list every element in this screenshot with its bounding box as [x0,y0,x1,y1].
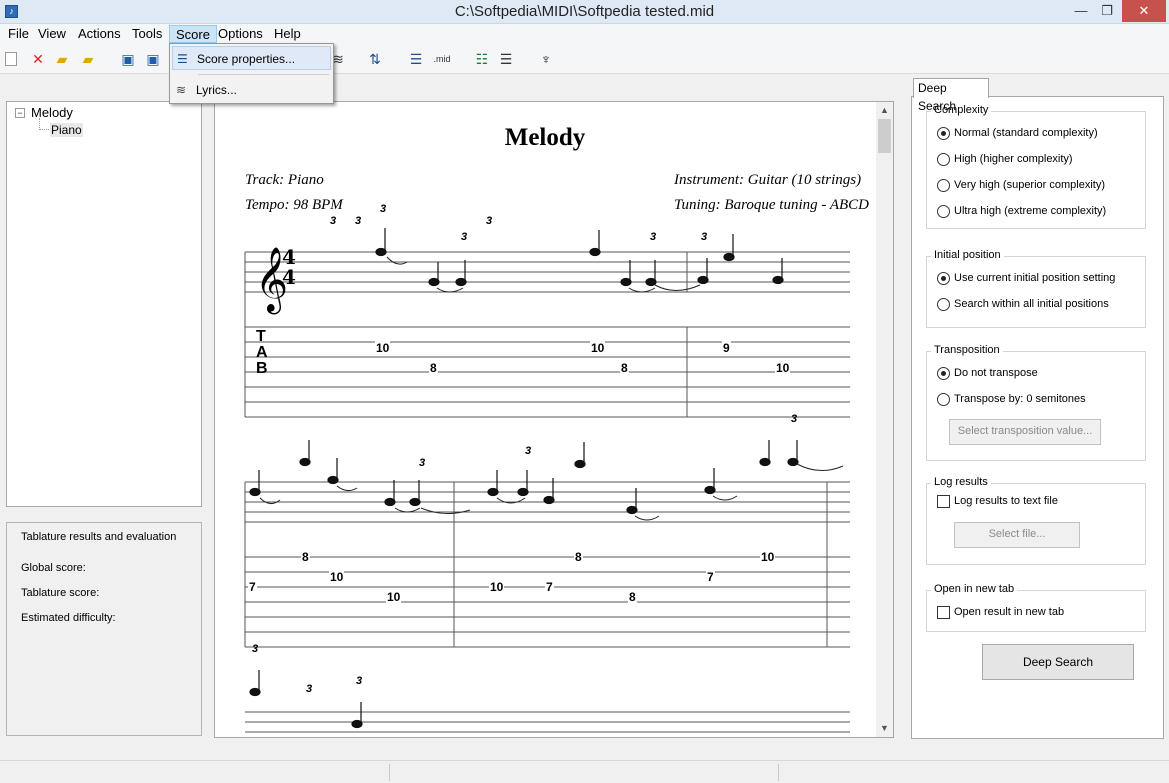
tab-number: 10 [329,570,345,584]
scroll-down-arrow[interactable]: ▼ [876,720,893,737]
menu-file[interactable]: File [2,25,35,43]
deep-search-button[interactable]: Deep Search [982,644,1134,680]
triplet-mark: 3 [525,445,532,457]
initial-position-label: Initial position [931,249,1004,261]
score-properties-menu-item[interactable]: ☰ Score properties... [172,46,331,70]
tab-number: 8 [620,361,629,375]
evaluation-title: Tablature results and evaluation [21,531,177,543]
tab-view-icon[interactable]: ☷ [474,51,490,67]
initial-position-group: Initial position Use current initial pos… [926,249,1146,328]
triplet-mark: 3 [650,231,657,243]
menu-view[interactable]: View [32,25,72,43]
tab-number: 8 [574,550,583,564]
triplet-mark: 3 [419,457,426,469]
new-file-icon[interactable] [5,52,17,66]
triplet-mark: 3 [355,215,362,227]
menu-score[interactable]: Score [169,25,217,43]
tab-export-icon[interactable]: ☰ [498,51,514,67]
select-transposition-button[interactable]: Select transposition value... [949,419,1101,445]
tab-number: 10 [590,341,606,355]
tree-item-piano[interactable]: Piano [50,123,83,137]
open-folder-icon[interactable]: ▰ [54,51,70,67]
global-score-label: Global score: [21,562,86,574]
triplet-mark: 3 [701,231,708,243]
tab-number: 10 [375,341,391,355]
maximize-button[interactable]: ❐ [1092,0,1122,22]
tab-number: 8 [429,361,438,375]
tab-number: 8 [628,590,637,604]
open-new-tab-label: Open in new tab [931,583,1018,595]
lyrics-menu-item[interactable]: ≋ Lyrics... [172,78,331,102]
menu-bar: File View Actions Tools Score Options He… [0,24,1169,44]
lyrics-icon: ≋ [176,83,187,97]
tab-number: 7 [248,580,257,594]
menu-options[interactable]: Options [212,25,269,43]
deep-search-panel: Complexity Normal (standard complexity) … [911,96,1164,739]
tree-item-melody[interactable]: Melody [31,105,73,120]
status-separator [778,764,779,781]
transposition-group: Transposition Do not transpose Transpose… [926,344,1146,461]
tab-number: 10 [489,580,505,594]
score-export-icon[interactable]: ☰ [408,51,424,67]
triplet-mark: 3 [356,675,363,687]
score-menu-dropdown: ☰ Score properties... ≋ Lyrics... [169,43,334,104]
tab-number: 10 [775,361,791,375]
triplet-mark: 3 [461,231,468,243]
status-separator [389,764,390,781]
track-tree: − Melody Piano [6,101,202,507]
tab-number: 7 [545,580,554,594]
triplet-mark: 3 [306,683,313,695]
tab-letter-b: B [256,360,268,377]
save-icon[interactable]: ▣ [120,51,136,67]
tab-deep-search[interactable]: Deep Search [913,78,989,113]
triplet-mark: 3 [791,413,798,425]
log-results-group: Log results Log results to text file Sel… [926,476,1146,565]
close-button[interactable]: ✕ [1122,0,1166,22]
open-recent-icon[interactable]: ▰ [80,51,96,67]
time-sig-bottom: 4 [282,265,296,289]
tab-number: 10 [760,550,776,564]
score-scrollbar[interactable]: ▲ ▼ [876,102,893,737]
scroll-up-arrow[interactable]: ▲ [876,102,893,119]
score-view[interactable]: Melody Track: Piano Tempo: 98 BPM Instru… [214,101,894,738]
open-new-tab-group: Open in new tab Open result in new tab [926,583,1146,632]
close-file-icon[interactable]: ✕ [30,51,46,67]
scroll-thumb[interactable] [878,119,891,153]
transpose-icon[interactable]: ⇅ [367,51,383,67]
menu-help[interactable]: Help [268,25,307,43]
triplet-mark: 3 [486,215,493,227]
collapse-toggle[interactable]: − [15,108,25,118]
tab-number: 9 [722,341,731,355]
tree-connector [39,129,49,130]
save-as-icon[interactable]: ▣ [145,51,161,67]
tab-number: 10 [386,590,402,604]
midi-export-icon[interactable]: .mid [432,51,452,67]
score-properties-icon: ☰ [177,52,188,66]
transposition-label: Transposition [931,344,1003,356]
log-results-label: Log results [931,476,991,488]
complexity-group: Complexity Normal (standard complexity) … [926,104,1146,229]
tab-number: 8 [301,550,310,564]
guitar-icon[interactable]: ♆ [538,51,554,67]
triplet-mark: 3 [380,203,387,215]
title-bar: ♪ C:\Softpedia\MIDI\Softpedia tested.mid… [0,0,1169,24]
window-title: C:\Softpedia\MIDI\Softpedia tested.mid [454,3,715,20]
menu-separator [198,74,329,75]
tablature-score-label: Tablature score: [21,587,100,599]
score-staves: 𝄞 [244,228,850,733]
triplet-mark: 3 [252,643,259,655]
evaluation-panel: Tablature results and evaluation Global … [6,522,202,736]
difficulty-label: Estimated difficulty: [21,612,116,624]
menu-tools[interactable]: Tools [126,25,168,43]
tab-number: 7 [706,570,715,584]
triplet-mark: 3 [330,215,337,227]
status-bar [0,760,1169,783]
select-file-button[interactable]: Select file... [954,522,1080,548]
menu-actions[interactable]: Actions [72,25,127,43]
